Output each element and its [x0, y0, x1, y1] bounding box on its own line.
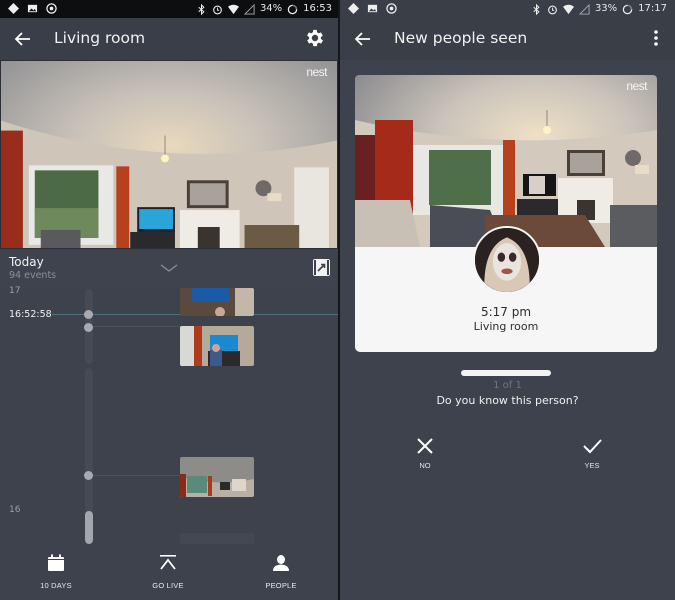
no-button[interactable]: NO [395, 436, 455, 470]
person-face-image [475, 228, 539, 292]
event-marker[interactable] [84, 323, 93, 332]
wifi-icon [562, 4, 574, 14]
image-notification-icon [367, 4, 378, 13]
check-icon [583, 439, 602, 454]
event-marker[interactable] [84, 310, 93, 319]
wifi-icon [227, 4, 239, 14]
page-title: Living room [54, 29, 146, 47]
page-count: 1 of 1 [493, 380, 522, 391]
calendar-icon [48, 554, 64, 571]
cell-signal-icon [243, 3, 255, 15]
event-thumbnail-image [180, 457, 254, 497]
event-connector [93, 475, 180, 476]
page-indicator [461, 370, 551, 376]
app-bar: Living room [0, 18, 340, 60]
battery-percent: 34% [259, 3, 283, 14]
diamond-notification-icon [8, 3, 19, 14]
alarm-icon [548, 5, 557, 14]
event-thumbnail-image [180, 288, 254, 316]
event-thumbnail[interactable] [180, 288, 254, 316]
bluetooth-icon [533, 3, 540, 15]
hour-tick-17: 17 [9, 286, 21, 296]
current-time-label: 16:52:58 [9, 309, 52, 320]
person-snapshot[interactable]: nest [355, 75, 657, 247]
app-bar: New people seen [340, 18, 675, 60]
event-count: 94 events [9, 270, 57, 281]
battery-icon [622, 4, 633, 14]
nest-logo: nest [306, 65, 327, 79]
people-label: PEOPLE [265, 581, 297, 590]
bottom-nav: 10 DAYS GO LIVE PEOPLE [0, 544, 340, 600]
gear-icon[interactable] [304, 27, 326, 49]
event-thumbnail[interactable] [180, 533, 254, 544]
live-camera-view[interactable]: nest [0, 60, 338, 249]
no-label: NO [419, 461, 431, 470]
chevron-down-icon[interactable] [160, 263, 178, 273]
new-people-seen-screen: 33% 17:17 New people seen nest 5:17 pm L… [340, 0, 675, 600]
living-room-camera-image [1, 61, 337, 248]
ten-days-button[interactable]: 10 DAYS [16, 554, 96, 590]
arrow-left-icon[interactable] [12, 28, 34, 50]
living-room-screen: 34% 16:53 Living room nest Today 94 even… [0, 0, 340, 600]
event-timeline[interactable]: 17 16:52:58 16 [0, 286, 340, 544]
clock: 16:53 [303, 3, 332, 14]
battery-icon [287, 4, 298, 14]
nest-notification-icon [386, 3, 397, 14]
person-icon [273, 555, 289, 571]
clock: 17:17 [638, 3, 667, 14]
people-button[interactable]: PEOPLE [241, 554, 321, 590]
day-header: Today 94 events [0, 249, 340, 289]
cell-signal-icon [578, 3, 590, 15]
image-notification-icon [27, 4, 38, 13]
ten-days-label: 10 DAYS [40, 581, 72, 590]
status-bar: 34% 16:53 [0, 0, 340, 18]
timeline-scroll-handle[interactable] [85, 511, 93, 544]
person-avatar[interactable] [473, 226, 541, 294]
day-title: Today [9, 255, 44, 269]
event-thumbnail[interactable] [180, 326, 254, 366]
create-clip-button[interactable] [313, 259, 330, 276]
seen-room: Living room [473, 320, 539, 333]
alarm-icon [213, 5, 222, 14]
diamond-notification-icon [348, 3, 359, 14]
more-vert-icon[interactable] [645, 27, 667, 49]
identify-question: Do you know this person? [436, 394, 579, 407]
go-live-button[interactable]: GO LIVE [128, 554, 208, 590]
battery-percent: 33% [594, 3, 618, 14]
seen-time: 5:17 pm [480, 305, 532, 319]
nest-notification-icon [46, 3, 57, 14]
living-room-snapshot-image [355, 75, 657, 247]
event-marker[interactable] [84, 471, 93, 480]
arrow-left-icon[interactable] [352, 28, 374, 50]
page-title: New people seen [394, 29, 528, 47]
go-live-icon [160, 555, 176, 570]
timeline-track-segment [85, 368, 93, 513]
event-connector [93, 326, 180, 327]
yes-label: YES [584, 461, 600, 470]
nest-logo: nest [626, 79, 647, 93]
close-icon [417, 438, 433, 454]
event-thumbnail[interactable] [180, 457, 254, 497]
status-bar: 33% 17:17 [340, 0, 675, 18]
hour-tick-16: 16 [9, 505, 21, 515]
video-clip-icon [314, 260, 329, 275]
event-thumbnail-image [180, 326, 254, 366]
bluetooth-icon [198, 3, 205, 15]
go-live-label: GO LIVE [152, 581, 184, 590]
yes-button[interactable]: YES [562, 436, 622, 470]
